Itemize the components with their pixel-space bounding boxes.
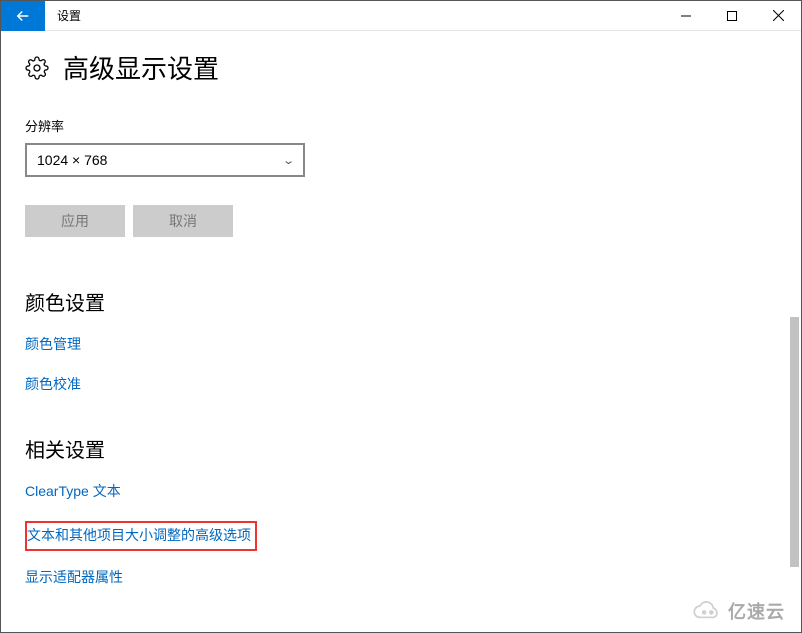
minimize-icon bbox=[681, 11, 691, 21]
back-button[interactable] bbox=[1, 1, 45, 31]
cleartype-link[interactable]: ClearType 文本 bbox=[25, 481, 777, 501]
resolution-select[interactable]: 1024 × 768 ⌄ bbox=[25, 143, 305, 177]
highlight-annotation: 文本和其他项目大小调整的高级选项 bbox=[25, 521, 257, 551]
related-settings-title: 相关设置 bbox=[25, 434, 777, 463]
resolution-value: 1024 × 768 bbox=[37, 152, 107, 168]
color-calibration-link[interactable]: 颜色校准 bbox=[25, 374, 777, 394]
maximize-button[interactable] bbox=[709, 1, 755, 31]
watermark: 亿速云 bbox=[690, 598, 785, 624]
page-header: 高级显示设置 bbox=[25, 49, 777, 86]
color-settings-title: 颜色设置 bbox=[25, 287, 777, 316]
window-controls bbox=[663, 1, 801, 31]
color-management-link[interactable]: 颜色管理 bbox=[25, 334, 777, 354]
maximize-icon bbox=[727, 11, 737, 21]
apply-button: 应用 bbox=[25, 205, 125, 237]
close-icon bbox=[773, 10, 784, 21]
page-title: 高级显示设置 bbox=[63, 49, 219, 86]
content-area: 高级显示设置 分辨率 1024 × 768 ⌄ 应用 取消 颜色设置 颜色管理 … bbox=[1, 31, 801, 632]
minimize-button[interactable] bbox=[663, 1, 709, 31]
adapter-properties-link[interactable]: 显示适配器属性 bbox=[25, 567, 777, 587]
scrollbar-thumb[interactable] bbox=[790, 317, 799, 567]
cloud-icon bbox=[690, 600, 724, 622]
chevron-down-icon: ⌄ bbox=[282, 154, 295, 167]
button-row: 应用 取消 bbox=[25, 205, 777, 237]
app-title: 设置 bbox=[57, 7, 81, 24]
advanced-sizing-link[interactable]: 文本和其他项目大小调整的高级选项 bbox=[23, 523, 255, 549]
watermark-text: 亿速云 bbox=[728, 598, 785, 624]
gear-icon bbox=[25, 56, 49, 80]
resolution-label: 分辨率 bbox=[25, 116, 777, 135]
arrow-left-icon bbox=[14, 7, 32, 25]
cancel-button: 取消 bbox=[133, 205, 233, 237]
titlebar: 设置 bbox=[1, 1, 801, 31]
close-button[interactable] bbox=[755, 1, 801, 31]
scrollbar-track[interactable] bbox=[783, 111, 799, 626]
